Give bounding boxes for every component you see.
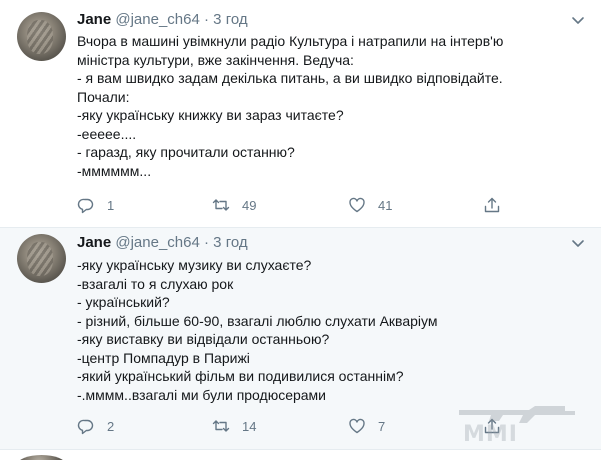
tweet-line: - різний, більше 60-90, взагалі люблю сл… xyxy=(77,312,438,329)
tweet-1[interactable]: Jane @jane_ch64 · 3 год Вчора в машині у… xyxy=(0,0,601,228)
timestamp[interactable]: · 3 год xyxy=(204,234,248,251)
reply-button[interactable]: 1 xyxy=(77,195,114,215)
reply-button[interactable]: 2 xyxy=(77,416,114,436)
like-count: 7 xyxy=(378,418,386,434)
avatar[interactable] xyxy=(17,455,66,460)
tweet-text: Вчора в машині увімкнули радіо Культура … xyxy=(77,32,577,180)
tweet-header: Jane @jane_ch64 · 3 год xyxy=(77,11,248,29)
author-name[interactable]: Jane xyxy=(77,234,111,251)
tweet-actions: 1 49 41 xyxy=(77,195,517,215)
tweet-text: -яку українську музику ви слухаєте? -вза… xyxy=(77,256,577,404)
watermark-logo: MMI xyxy=(455,400,585,450)
tweet-line: -взагалі то я слухаю рок xyxy=(77,275,234,292)
reply-count: 2 xyxy=(107,418,115,434)
retweet-icon xyxy=(212,420,230,432)
tweet-line: -який український фільм ви подивилися ос… xyxy=(77,368,404,384)
chevron-down-icon[interactable] xyxy=(571,236,585,250)
like-icon xyxy=(349,418,365,434)
tweet-line: -центр Помпадур в Парижі xyxy=(77,349,250,366)
author-handle[interactable]: @jane_ch64 xyxy=(115,234,199,251)
reply-count: 1 xyxy=(107,197,115,213)
avatar[interactable] xyxy=(17,12,66,61)
tweet-line: Почали: xyxy=(77,88,130,105)
tweet-line: - український? xyxy=(77,294,170,310)
like-count: 41 xyxy=(378,197,393,213)
tweet-line: -яку виставку ви відвідали останньою? xyxy=(77,331,330,347)
avatar[interactable] xyxy=(17,234,66,283)
chevron-down-icon[interactable] xyxy=(571,13,585,27)
timestamp[interactable]: · 3 год xyxy=(204,11,248,28)
tweet-line: Вчора в машині увімкнули радіо Культура … xyxy=(77,33,504,49)
tweet-line: міністра культури, вже закінчення. Ведуч… xyxy=(77,51,354,68)
rifle-icon xyxy=(459,406,575,423)
author-handle[interactable]: @jane_ch64 xyxy=(115,11,199,28)
tweet-line: -ееееe.... xyxy=(77,125,137,142)
tweet-line: -яку українську музику ви слухаєте? xyxy=(77,257,312,273)
tweet-3-partial[interactable] xyxy=(0,450,601,460)
tweet-line: -яку українську книжку ви зараз читаєте? xyxy=(77,107,344,123)
author-name[interactable]: Jane xyxy=(77,11,111,28)
tweet-line: -мммммм... xyxy=(77,162,152,179)
tweet-actions: 2 14 7 xyxy=(77,416,517,436)
like-button[interactable]: 7 xyxy=(348,416,385,436)
retweet-count: 49 xyxy=(242,197,257,213)
reply-icon xyxy=(77,419,94,435)
reply-icon xyxy=(77,198,94,214)
tweet-line: - гаразд, яку прочитали останню? xyxy=(77,144,295,160)
retweet-icon xyxy=(212,199,230,211)
share-icon xyxy=(484,197,500,213)
retweet-count: 14 xyxy=(242,418,257,434)
watermark-text: MMI xyxy=(463,422,518,447)
like-icon xyxy=(349,197,365,213)
retweet-button[interactable]: 49 xyxy=(212,195,256,215)
retweet-button[interactable]: 14 xyxy=(212,416,256,436)
tweet-header: Jane @jane_ch64 · 3 год xyxy=(77,234,248,252)
share-button[interactable] xyxy=(483,195,501,215)
like-button[interactable]: 41 xyxy=(348,195,392,215)
tweet-line: - я вам швидко задам декілька питань, а … xyxy=(77,70,503,86)
